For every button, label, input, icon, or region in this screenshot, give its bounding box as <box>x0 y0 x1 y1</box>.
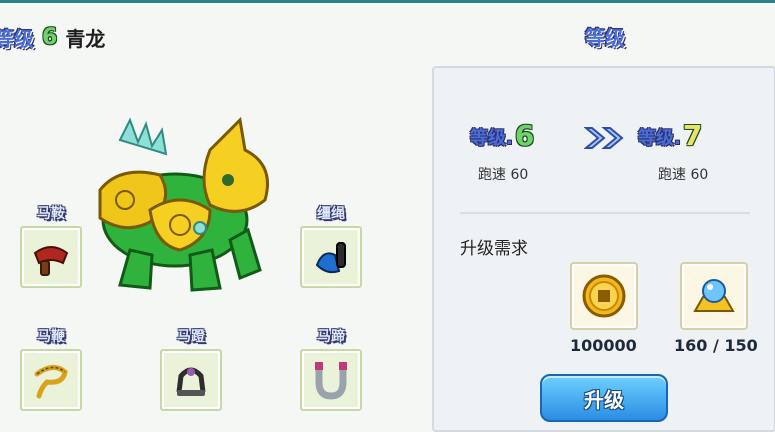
reins-label: 缰绳 <box>317 206 345 222</box>
reins-slot[interactable]: 缰绳 <box>300 204 362 288</box>
upgrade-button[interactable]: 升级 <box>540 374 668 422</box>
whip-label: 马鞭 <box>37 329 65 345</box>
pet-title: 等级 6 青龙 <box>0 22 105 52</box>
saddle-label: 马鞍 <box>37 206 65 222</box>
saddle-icon <box>20 226 82 288</box>
stirrup-slot[interactable]: 马蹬 <box>160 327 222 411</box>
whip-icon <box>20 349 82 411</box>
requirement-label: 升级需求 <box>460 239 528 259</box>
crystal-stone-icon <box>693 279 735 312</box>
required-item-crystal[interactable] <box>680 262 748 330</box>
next-level-number: 7 <box>682 119 703 152</box>
stirrup-icon <box>160 349 222 411</box>
horseshoe-label: 马蹄 <box>317 329 345 345</box>
upgrade-title: 等级 <box>585 26 625 50</box>
gold-coin-icon <box>582 274 626 318</box>
top-border <box>0 0 775 3</box>
horseshoe-icon <box>300 349 362 411</box>
double-arrow-icon <box>584 127 624 149</box>
whip-slot[interactable]: 马鞭 <box>20 327 82 411</box>
current-level-number: 6 <box>514 119 535 152</box>
horseshoe-slot[interactable]: 马蹄 <box>300 327 362 411</box>
upgrade-panel: 等级. 6 跑速 60 等级. 7 跑速 60 升级需求 100000 160 … <box>432 66 775 432</box>
next-level-label: 等级. <box>638 128 681 149</box>
level-number: 6 <box>42 24 58 50</box>
level-label: 等级 <box>0 26 34 51</box>
required-item-coin[interactable] <box>570 262 638 330</box>
current-level-label: 等级. <box>470 128 513 149</box>
reins-icon <box>300 226 362 288</box>
current-level: 等级. 6 <box>470 122 534 150</box>
stirrup-label: 马蹬 <box>177 329 205 345</box>
divider <box>460 212 750 214</box>
saddle-slot[interactable]: 马鞍 <box>20 204 82 288</box>
crystal-count: 160 / 150 <box>674 336 758 355</box>
coin-count: 100000 <box>570 336 637 355</box>
next-level: 等级. 7 <box>638 122 702 150</box>
pet-name: 青龙 <box>65 26 106 51</box>
current-speed: 跑速 60 <box>478 167 529 183</box>
next-speed: 跑速 60 <box>658 167 709 183</box>
mount-dragon-image <box>80 110 280 300</box>
